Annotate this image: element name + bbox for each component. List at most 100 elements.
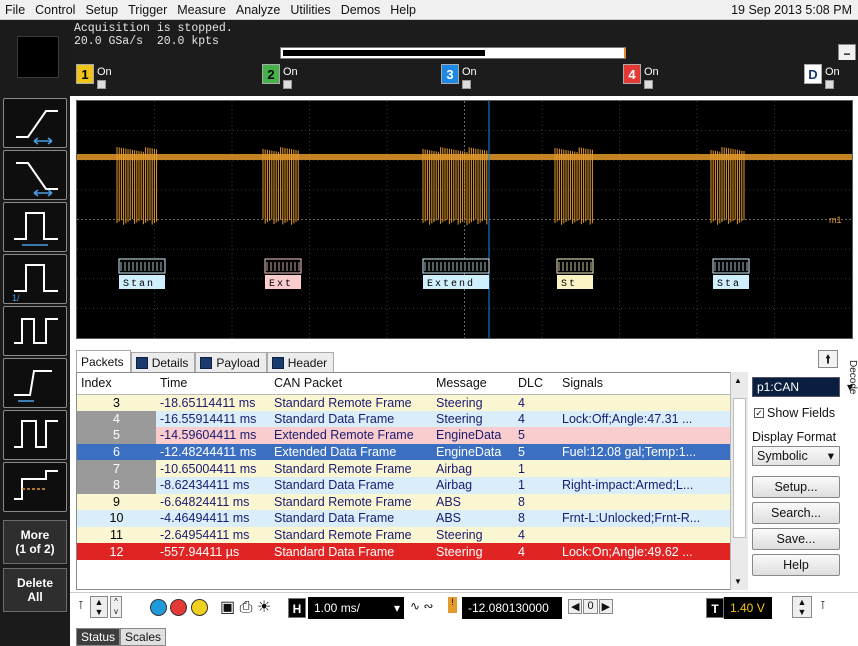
tab-scales[interactable]: Scales bbox=[120, 628, 167, 646]
menu-setup[interactable]: Setup bbox=[80, 3, 123, 17]
tab-status[interactable]: Status bbox=[76, 628, 121, 646]
col-time[interactable]: Time bbox=[156, 373, 270, 395]
stepper-small-icon[interactable]: ^ v bbox=[110, 596, 122, 618]
menu-analyze[interactable]: Analyze bbox=[231, 3, 285, 17]
tab-packets[interactable]: Packets bbox=[76, 350, 131, 372]
menu-trigger[interactable]: Trigger bbox=[123, 3, 172, 17]
trigger-level-field[interactable]: 1.40 V bbox=[724, 597, 772, 619]
cell-dlc: 5 bbox=[514, 427, 558, 444]
col-signals[interactable]: Signals bbox=[558, 373, 732, 395]
table-row[interactable]: 8 -8.62434411 ms Standard Data Frame Airbag… bbox=[77, 476, 732, 494]
edge-rising-trigger-button[interactable] bbox=[3, 98, 67, 148]
table-scrollbar[interactable]: ▲ ▼ bbox=[730, 372, 748, 590]
runt-trigger-button[interactable] bbox=[3, 306, 67, 356]
col-index[interactable]: Index bbox=[77, 373, 156, 395]
delete-all-button[interactable]: Delete All bbox=[3, 568, 67, 612]
trigger-icon[interactable]: T bbox=[706, 598, 724, 618]
packet-table-container[interactable]: Index Time CAN Packet Message DLC Signal… bbox=[76, 372, 748, 590]
help-button[interactable]: Help bbox=[752, 554, 840, 576]
brightness-icon[interactable]: ☀ bbox=[257, 599, 271, 616]
transition-trigger-button[interactable] bbox=[3, 410, 67, 460]
channel-3-number[interactable]: 3 bbox=[441, 64, 459, 84]
horizontal-icon[interactable]: H bbox=[288, 598, 306, 618]
save-button[interactable]: Save... bbox=[752, 528, 840, 550]
glitch-trigger-button[interactable]: 1/ bbox=[3, 254, 67, 304]
tab-details[interactable]: Details bbox=[130, 352, 196, 372]
bus-select-value: p1:CAN bbox=[757, 380, 800, 394]
printer-icon[interactable]: ⎙ bbox=[240, 599, 253, 616]
menu-file[interactable]: File bbox=[0, 3, 30, 17]
channel-2-checkbox[interactable] bbox=[283, 80, 292, 89]
previous-icon[interactable]: ◀ bbox=[568, 599, 583, 614]
expand-up-button[interactable]: 🠙 bbox=[818, 350, 838, 368]
chevron-down-icon: ▾ bbox=[846, 380, 853, 394]
pulse-width-trigger-button[interactable] bbox=[3, 202, 67, 252]
channel-4[interactable]: 4 On bbox=[623, 64, 659, 89]
edge-falling-trigger-button[interactable] bbox=[3, 150, 67, 200]
cyan-circle-icon[interactable] bbox=[150, 599, 167, 616]
channel-digital[interactable]: D On bbox=[804, 64, 840, 89]
tab-payload[interactable]: Payload bbox=[195, 352, 267, 372]
tab-header[interactable]: Header bbox=[266, 352, 335, 372]
table-row[interactable]: 4 -16.55914411 ms Standard Data Frame Steer… bbox=[77, 410, 732, 428]
channel-digital-number[interactable]: D bbox=[804, 64, 822, 84]
cell-can-packet: Standard Data Frame bbox=[270, 543, 432, 560]
col-message[interactable]: Message bbox=[432, 373, 514, 395]
menu-help[interactable]: Help bbox=[385, 3, 421, 17]
table-row[interactable]: 11 -2.64954411 ms Standard Remote Frame Ste… bbox=[77, 526, 732, 544]
col-can-packet[interactable]: CAN Packet bbox=[270, 373, 432, 395]
delay-field[interactable]: -12.080130000 ms bbox=[462, 597, 562, 637]
scroll-up-icon[interactable]: ▲ bbox=[734, 376, 742, 385]
window-icon[interactable]: ▣ bbox=[220, 599, 235, 616]
table-row[interactable]: 7 -10.65004411 ms Standard Remote Frame Air… bbox=[77, 460, 732, 477]
stepper-up-down-icon[interactable]: ▲ ▼ bbox=[90, 596, 108, 618]
scroll-thumb[interactable] bbox=[733, 398, 746, 538]
delay-step[interactable]: 0 bbox=[583, 599, 598, 614]
channel-1-number[interactable]: 1 bbox=[76, 64, 94, 84]
next-icon[interactable]: ▶ bbox=[598, 599, 614, 614]
channel-4-checkbox[interactable] bbox=[644, 80, 653, 89]
channel-4-number[interactable]: 4 bbox=[623, 64, 641, 84]
channel-1[interactable]: 1 On bbox=[76, 64, 112, 89]
menu-demos[interactable]: Demos bbox=[336, 3, 386, 17]
yellow-circle-icon[interactable] bbox=[190, 599, 208, 616]
toolbar-icons: ▣ ⎙ ☀ bbox=[220, 597, 271, 617]
channel-2-number[interactable]: 2 bbox=[262, 64, 280, 84]
timebase-field[interactable]: 1.00 ms/ ▾ bbox=[308, 597, 404, 619]
cell-time: -16.55914411 ms bbox=[156, 410, 270, 428]
display-format-select[interactable]: Symbolic ▾ bbox=[752, 446, 840, 466]
table-row[interactable]: 6 -12.48244411 ms Extended Data Frame Engin… bbox=[77, 443, 732, 461]
trigger-position-icon[interactable]: ! bbox=[448, 597, 457, 613]
zoom-wave-icons[interactable]: ∿ ∾ bbox=[410, 599, 433, 613]
table-row[interactable]: 10 -4.46494411 ms Standard Data Frame ABS 8 F… bbox=[77, 510, 732, 527]
col-dlc[interactable]: DLC bbox=[514, 373, 558, 395]
search-button[interactable]: Search... bbox=[752, 502, 840, 524]
trigger-slope-icon[interactable]: ⊺ bbox=[820, 599, 826, 612]
table-row[interactable]: 3 -18.65114411 ms Standard Remote Frame Ste… bbox=[77, 394, 732, 411]
more-triggers-button[interactable]: More (1 of 2) bbox=[3, 520, 67, 564]
menu-measure[interactable]: Measure bbox=[172, 3, 231, 17]
channel-1-checkbox[interactable] bbox=[97, 80, 106, 89]
table-row[interactable]: 12 -557.94411 µs Standard Data Frame Steeri… bbox=[77, 543, 732, 560]
red-circle-icon[interactable] bbox=[170, 599, 188, 616]
channel-digital-checkbox[interactable] bbox=[825, 80, 834, 89]
bus-select[interactable]: p1:CAN ▾ bbox=[752, 377, 853, 397]
trigger-mode-icon[interactable]: ⊺ bbox=[78, 599, 84, 612]
channel-3-checkbox[interactable] bbox=[462, 80, 471, 89]
menu-utilities[interactable]: Utilities bbox=[285, 3, 335, 17]
setup-button[interactable]: Setup... bbox=[752, 476, 840, 498]
menu-control[interactable]: Control bbox=[30, 3, 80, 17]
waveform-display[interactable]: Stan Ext Extend St Sta m1 bbox=[76, 100, 853, 339]
marker-label[interactable]: m1 bbox=[829, 215, 842, 225]
run-stop-indicator[interactable] bbox=[17, 36, 59, 78]
show-fields-checkbox[interactable]: ✓ Show Fields bbox=[754, 406, 835, 420]
trigger-level-stepper-icon[interactable]: ▲ ▼ bbox=[792, 596, 812, 618]
checkbox-icon[interactable]: ✓ bbox=[754, 408, 764, 418]
timeout-trigger-button[interactable] bbox=[3, 462, 67, 512]
setup-hold-trigger-button[interactable] bbox=[3, 358, 67, 408]
table-row[interactable]: 5 -14.59604411 ms Extended Remote Frame Eng… bbox=[77, 427, 732, 444]
channel-2[interactable]: 2 On bbox=[262, 64, 298, 89]
table-row[interactable]: 9 -6.64824411 ms Standard Remote Frame ABS 8 bbox=[77, 493, 732, 511]
channel-3[interactable]: 3 On bbox=[441, 64, 477, 89]
scroll-down-icon[interactable]: ▼ bbox=[734, 577, 742, 586]
